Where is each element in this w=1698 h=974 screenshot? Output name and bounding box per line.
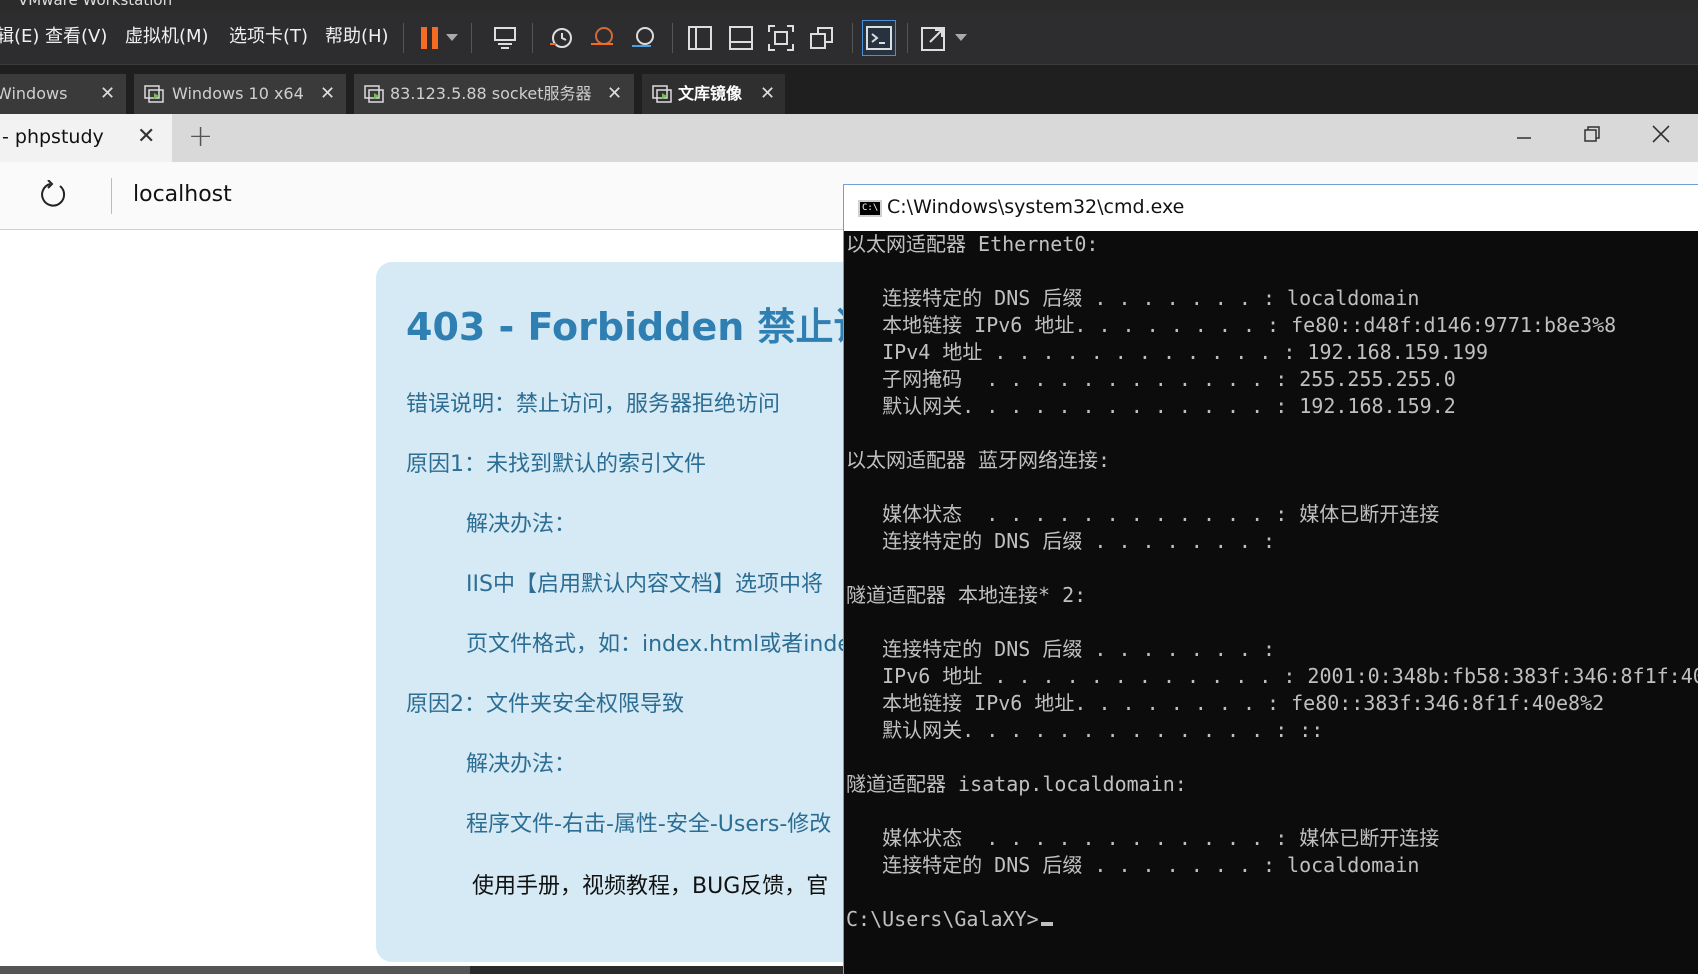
chevron-down-icon[interactable] bbox=[951, 23, 971, 53]
close-icon[interactable]: ✕ bbox=[760, 74, 775, 114]
cmd-line: C:\Users\GalaXY> bbox=[846, 906, 1053, 933]
minimize-icon[interactable] bbox=[1504, 120, 1544, 156]
reload-icon[interactable] bbox=[38, 180, 68, 210]
toolbar-separator bbox=[532, 23, 533, 53]
cmd-line: 连接特定的 DNS 后缀 . . . . . . . : localdomain bbox=[846, 853, 1420, 877]
toolbar-separator bbox=[852, 23, 853, 53]
sidebar-view-icon[interactable] bbox=[684, 23, 716, 53]
close-icon[interactable] bbox=[1641, 120, 1681, 156]
reason-1: 原因1：未找到默认的索引文件 bbox=[406, 452, 706, 477]
cmd-line: 以太网适配器 蓝牙网络连接: bbox=[846, 448, 1111, 472]
cmd-line: 子网掩码 . . . . . . . . . . . . : 255.255.2… bbox=[846, 367, 1456, 391]
close-icon[interactable]: ✕ bbox=[607, 74, 622, 114]
cmd-icon: C:\ bbox=[858, 200, 882, 217]
vmware-menubar: 编辑(E) 查看(V) 虚拟机(M) 选项卡(T) 帮助(H) bbox=[0, 11, 1698, 65]
thumbnail-view-icon[interactable] bbox=[725, 23, 757, 53]
unity-icon[interactable] bbox=[806, 23, 838, 53]
help-links[interactable]: 使用手册，视频教程，BUG反馈，官 bbox=[472, 868, 828, 900]
cmd-line: 隧道适配器 isatap.localdomain: bbox=[846, 772, 1187, 796]
cmd-line: 默认网关. . . . . . . . . . . . . : :: bbox=[846, 718, 1324, 742]
solution-text: IIS中【启用默认内容文档】选项中将 bbox=[466, 572, 823, 597]
vm-icon bbox=[652, 85, 672, 103]
stretch-icon[interactable] bbox=[918, 23, 950, 53]
solution-label: 解决办法： bbox=[466, 752, 577, 777]
cmd-line: 媒体状态 . . . . . . . . . . . . : 媒体已断开连接 bbox=[846, 826, 1440, 850]
address-separator bbox=[111, 178, 112, 214]
vm-tab-label: 文库镜像 bbox=[678, 84, 743, 103]
scrollbar-thumb[interactable] bbox=[0, 966, 470, 974]
cmd-line: 连接特定的 DNS 后缀 . . . . . . . : bbox=[846, 637, 1275, 661]
snapshot-icon[interactable] bbox=[545, 23, 577, 53]
cmd-output[interactable]: 以太网适配器 Ethernet0: 连接特定的 DNS 后缀 . . . . .… bbox=[844, 231, 1698, 974]
cmd-line: 默认网关. . . . . . . . . . . . . : 192.168.… bbox=[846, 394, 1456, 418]
cmd-line: 媒体状态 . . . . . . . . . . . . : 媒体已断开连接 bbox=[846, 502, 1440, 526]
browser-tabbar: - phpstudy ✕ + bbox=[0, 114, 1698, 162]
cmd-line: 本地链接 IPv6 地址. . . . . . . . : fe80::d48f… bbox=[846, 313, 1617, 337]
close-icon[interactable]: ✕ bbox=[320, 74, 335, 114]
chevron-down-icon[interactable] bbox=[442, 23, 462, 53]
menu-help[interactable]: 帮助(H) bbox=[325, 11, 389, 65]
cmd-window: C:\ C:\Windows\system32\cmd.exe 以太网适配器 E… bbox=[843, 184, 1698, 974]
menu-vm[interactable]: 虚拟机(M) bbox=[125, 11, 209, 65]
toolbar-separator bbox=[403, 23, 404, 53]
vm-icon bbox=[364, 85, 384, 103]
vmware-titlebar: VMware Workstation bbox=[0, 0, 1698, 11]
vm-tab-label: Windows 10 x64 bbox=[172, 84, 304, 103]
vm-tab-windows[interactable]: Windows ✕ bbox=[0, 74, 126, 114]
vm-icon bbox=[144, 85, 164, 103]
new-tab-button[interactable]: + bbox=[188, 119, 213, 154]
toolbar-separator bbox=[471, 23, 472, 53]
reason-2: 原因2：文件夹安全权限导致 bbox=[406, 692, 684, 717]
vm-tab-windows-10[interactable]: Windows 10 x64 ✕ bbox=[134, 74, 346, 114]
vm-tab-wenku-mirror[interactable]: 文库镜像 ✕ bbox=[642, 74, 785, 114]
close-icon[interactable]: ✕ bbox=[100, 74, 115, 114]
vm-tab-label: 83.123.5.88 socket服务器 bbox=[390, 84, 592, 103]
cursor bbox=[1040, 922, 1053, 926]
vmware-title: VMware Workstation bbox=[18, 0, 173, 9]
revert-snapshot-icon[interactable] bbox=[586, 23, 618, 53]
cmd-title: C:\Windows\system32\cmd.exe bbox=[887, 196, 1185, 218]
cmd-line: 以太网适配器 Ethernet0: bbox=[846, 232, 1099, 256]
toolbar-separator bbox=[672, 23, 673, 53]
cmd-line: 连接特定的 DNS 后缀 . . . . . . . : localdomain bbox=[846, 286, 1420, 310]
browser-tab[interactable]: - phpstudy ✕ bbox=[0, 114, 172, 162]
url-input[interactable]: localhost bbox=[133, 182, 232, 207]
menu-edit[interactable]: 编辑(E) bbox=[0, 11, 39, 65]
browser-tab-label: - phpstudy bbox=[2, 126, 104, 148]
send-ctrl-alt-del-icon[interactable] bbox=[489, 23, 521, 53]
cmd-line: 本地链接 IPv6 地址. . . . . . . . : fe80::383f… bbox=[846, 691, 1605, 715]
solution-label: 解决办法： bbox=[466, 512, 577, 537]
close-icon[interactable]: ✕ bbox=[137, 124, 155, 149]
vm-tab-label: Windows bbox=[0, 84, 68, 103]
error-description: 错误说明：禁止访问，服务器拒绝访问 bbox=[406, 392, 781, 417]
cmd-line: 隧道适配器 本地连接* 2: bbox=[846, 583, 1087, 607]
cmd-line: IPv6 地址 . . . . . . . . . . . . : 2001:0… bbox=[846, 664, 1698, 688]
console-view-icon[interactable] bbox=[862, 20, 896, 56]
snapshot-manager-icon[interactable] bbox=[627, 23, 659, 53]
vm-tabbar: Windows ✕ Windows 10 x64 ✕ 83.123.5.88 s… bbox=[0, 65, 1698, 114]
cmd-titlebar[interactable]: C:\ C:\Windows\system32\cmd.exe bbox=[844, 185, 1698, 231]
screen: VMware Workstation 编辑(E) 查看(V) 虚拟机(M) 选项… bbox=[0, 0, 1698, 974]
cmd-line: 连接特定的 DNS 后缀 . . . . . . . : bbox=[846, 529, 1275, 553]
cmd-line: IPv4 地址 . . . . . . . . . . . . : 192.16… bbox=[846, 340, 1489, 364]
toolbar-separator bbox=[907, 23, 908, 53]
menu-view[interactable]: 查看(V) bbox=[45, 11, 107, 65]
solution-text: 程序文件-右击-属性-安全-Users-修改 bbox=[466, 812, 832, 837]
menu-tabs[interactable]: 选项卡(T) bbox=[229, 11, 308, 65]
solution-text: 页文件格式，如：index.html或者index bbox=[466, 632, 864, 657]
page-title: 403 - Forbidden 禁止访问 bbox=[406, 305, 910, 349]
restore-icon[interactable] bbox=[1572, 120, 1612, 156]
vm-tab-socket-server[interactable]: 83.123.5.88 socket服务器 ✕ bbox=[354, 74, 634, 114]
fullscreen-icon[interactable] bbox=[765, 23, 797, 53]
